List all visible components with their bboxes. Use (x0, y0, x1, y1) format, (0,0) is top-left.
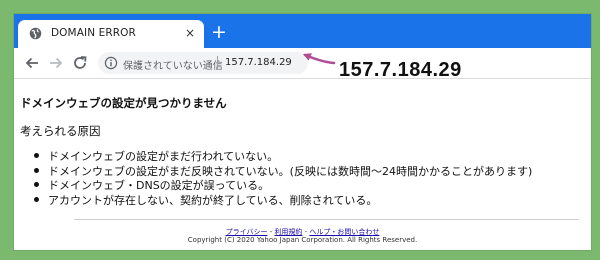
bullet (34, 167, 39, 173)
bullet (34, 196, 39, 202)
ip-address-callout: 157.7.184.29 (339, 59, 462, 81)
info-icon[interactable] (104, 56, 118, 70)
back-arrow-icon[interactable] (22, 53, 42, 73)
list-item: ドメインウェブの設定がまだ行われていない。 (34, 148, 532, 163)
reasons-list: ドメインウェブの設定がまだ行われていない。 ドメインウェブの設定がまだ反映されて… (34, 148, 532, 207)
forward-arrow-icon[interactable] (46, 53, 66, 73)
terms-link[interactable]: 利用規約 (274, 228, 302, 236)
bullet (34, 153, 39, 158)
page-heading: ドメインウェブの設定が見つかりません (20, 96, 227, 110)
new-tab-button[interactable]: + (209, 23, 229, 43)
causes-heading: 考えられる原因 (20, 124, 101, 138)
omnibox-divider (217, 56, 218, 70)
reload-icon[interactable] (70, 53, 90, 73)
reason-text: ドメインウェブの設定がまだ行われていない。 (48, 150, 279, 163)
tab-domain-error[interactable]: DOMAIN ERROR × (18, 20, 204, 48)
list-item: ドメインウェブの設定がまだ反映されていない。(反映には数時間〜24時間かかること… (34, 163, 532, 178)
close-icon[interactable]: × (182, 25, 198, 41)
copyright-text: Copyright (C) 2020 Yahoo Japan Corporati… (187, 236, 418, 244)
list-item: アカウントが存在しない、契約が終了している、削除されている。 (34, 192, 532, 207)
url-text[interactable]: 157.7.184.29 (225, 57, 292, 68)
reason-text: アカウントが存在しない、契約が終了している、削除されている。 (48, 193, 378, 207)
footer-divider (74, 219, 579, 220)
connection-status-text: 保護されていない通信 (123, 61, 223, 72)
address-bar[interactable]: 保護されていない通信 157.7.184.29 (98, 52, 308, 74)
reason-text: ドメインウェブの設定がまだ反映されていない。(反映には数時間〜24時間かかること… (48, 164, 533, 178)
tab-title: DOMAIN ERROR (51, 27, 136, 39)
annotation-arrow-icon (303, 53, 336, 65)
reason-text: ドメインウェブ・DNSの設定が誤っている。 (48, 179, 270, 192)
help-link[interactable]: ヘルプ・お問い合わせ (309, 228, 379, 236)
list-item: ドメインウェブ・DNSの設定が誤っている。 (34, 177, 532, 192)
bullet (34, 182, 39, 187)
privacy-link[interactable]: プライバシー (226, 228, 268, 236)
globe-icon (29, 27, 42, 40)
tab-bar: DOMAIN ERROR × + (14, 14, 591, 48)
